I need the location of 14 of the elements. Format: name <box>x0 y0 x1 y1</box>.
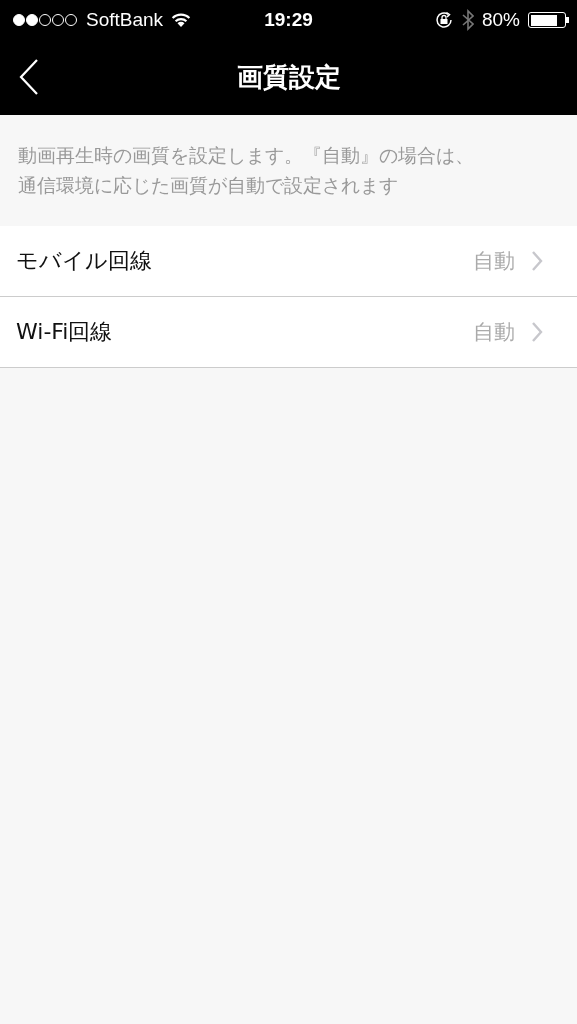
settings-row[interactable]: モバイル回線 自動 <box>0 226 577 297</box>
chevron-icon <box>531 321 543 343</box>
carrier-name: SoftBank <box>86 9 164 31</box>
screen-title: 画質設定 <box>236 61 341 94</box>
battery-icon <box>528 12 569 28</box>
bluetooth-icon <box>461 9 474 31</box>
battery-percent: 80% <box>481 9 520 31</box>
clock-time: 19:29 <box>264 9 313 31</box>
wifi-icon <box>171 12 192 28</box>
signal-icon <box>12 13 78 27</box>
rotation-lock-icon <box>433 10 454 30</box>
settings-row[interactable]: Wi-Fi回線 自動 <box>0 297 577 368</box>
description-text: 動画再生時の画質を設定します。『自動』の場合は、 通信環境に応じた画質が自動で設定されます <box>17 143 475 198</box>
chevron-icon <box>531 250 543 272</box>
